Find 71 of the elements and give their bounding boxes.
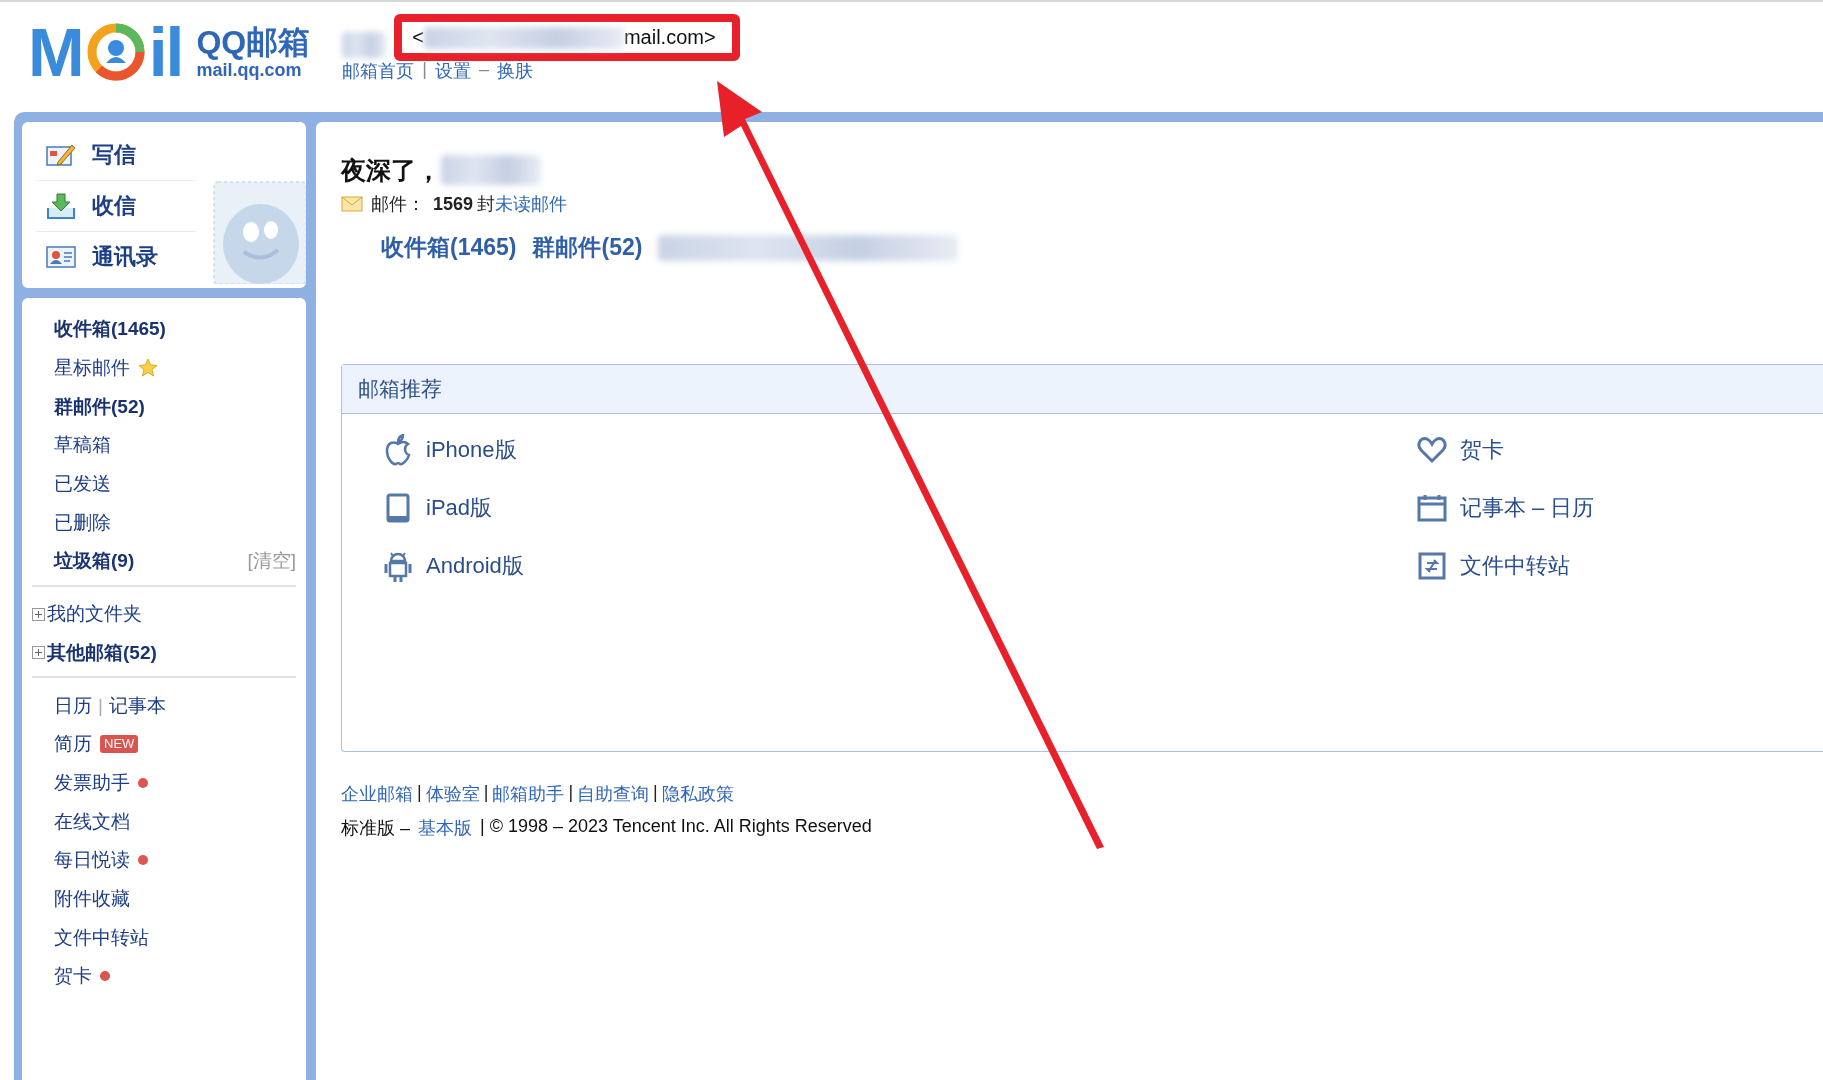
folder-item[interactable]: 已发送 (54, 471, 111, 498)
email-text: < (412, 26, 424, 49)
separator: | (417, 782, 422, 804)
separator: – (478, 59, 489, 81)
recommend-link[interactable]: 文件中转站 (1460, 551, 1570, 581)
logo-domain: mail.qq.com (196, 60, 303, 80)
expand-icon[interactable] (32, 607, 45, 621)
header-link[interactable]: 换肤 (496, 59, 533, 83)
mail-count: 1569 (433, 193, 474, 215)
quick-action[interactable]: 写信 (36, 130, 196, 181)
separator: | (98, 694, 103, 717)
footer-link[interactable]: 邮箱助手 (492, 782, 565, 806)
folder-item[interactable]: 草稿箱 (54, 432, 111, 459)
separator: | (568, 782, 574, 804)
logo-ring-icon (86, 23, 145, 81)
unread-link[interactable]: 未读邮件 (495, 194, 568, 214)
folder-item[interactable]: 垃圾箱(9) (54, 548, 135, 575)
heart-icon[interactable] (1416, 436, 1448, 464)
copyright-text: | © 1998 – 2023 Tencent Inc. All Rights Reserved (480, 816, 872, 838)
recommend-link[interactable]: iPhone版 (426, 435, 517, 465)
folder-shortcut[interactable]: 群邮件(52) (532, 232, 643, 263)
basic-version-link[interactable]: 基本版 (418, 816, 472, 840)
blurred-name (342, 31, 387, 58)
calendar-icon[interactable] (1416, 494, 1448, 522)
logo-text: il (148, 22, 183, 82)
folder-item[interactable]: 文件中转站 (54, 924, 149, 951)
header-link[interactable]: 邮箱首页 (342, 59, 415, 83)
sidebar-link[interactable]: 日历 (54, 692, 92, 719)
folder-item[interactable]: 附件收藏 (54, 885, 130, 912)
envelope-icon (341, 195, 363, 213)
logo-title: QQ邮箱 (196, 24, 311, 60)
recommend-link[interactable]: 记事本 – 日历 (1460, 493, 1595, 523)
separator: | (483, 782, 489, 804)
recommend-link[interactable]: iPad版 (426, 493, 493, 523)
logo-text: M (28, 22, 83, 82)
transfer-box-icon[interactable] (1416, 552, 1448, 580)
separator: | (653, 782, 658, 804)
contact-card-icon (46, 245, 76, 269)
separator: | (422, 59, 427, 81)
folder-item[interactable]: 收件箱(1465) (54, 316, 166, 343)
edition-text: 标准版 – (341, 817, 410, 840)
folder-item[interactable]: 在线文档 (54, 808, 130, 835)
download-tray-icon (46, 192, 76, 220)
header-link[interactable]: 设置 (434, 59, 471, 83)
folder-item[interactable]: 简历 (54, 731, 92, 758)
footer-link[interactable]: 企业邮箱 (341, 782, 413, 806)
folder-group[interactable]: 我的文件夹 (47, 601, 142, 628)
folder-item[interactable]: 已删除 (54, 509, 111, 536)
panel-title: 邮箱推荐 (358, 376, 442, 402)
greeting-text: 夜深了， (341, 154, 441, 186)
pencil-note-icon (46, 142, 76, 168)
sidebar-link[interactable]: 记事本 (108, 692, 166, 719)
new-badge: NEW (100, 735, 139, 754)
footer-link[interactable]: 自助查询 (577, 782, 650, 806)
email-text: mail.com> (623, 26, 716, 49)
folder-item[interactable]: 每日悦读 (54, 847, 130, 874)
folder-shortcut[interactable]: 收件箱(1465) (381, 232, 517, 263)
folder-item[interactable]: 星标邮件 (54, 355, 130, 382)
folder-group[interactable]: 其他邮箱(52) (47, 639, 157, 666)
footer-link[interactable]: 隐私政策 (661, 782, 734, 806)
mail-label: 邮件： (371, 193, 425, 216)
folder-item[interactable]: 群邮件(52) (54, 393, 145, 420)
folder-item[interactable]: 贺卡 (54, 963, 92, 990)
quick-action[interactable]: 通讯录 (36, 232, 196, 282)
footer-link[interactable]: 体验室 (425, 782, 480, 806)
expand-icon[interactable] (32, 646, 45, 660)
mail-unit: 封 (477, 194, 496, 214)
folder-item[interactable]: 发票助手 (54, 769, 130, 796)
recommend-link[interactable]: 贺卡 (1460, 435, 1504, 465)
quick-action[interactable]: 收信 (36, 181, 196, 232)
recommend-link[interactable]: Android版 (426, 551, 524, 581)
